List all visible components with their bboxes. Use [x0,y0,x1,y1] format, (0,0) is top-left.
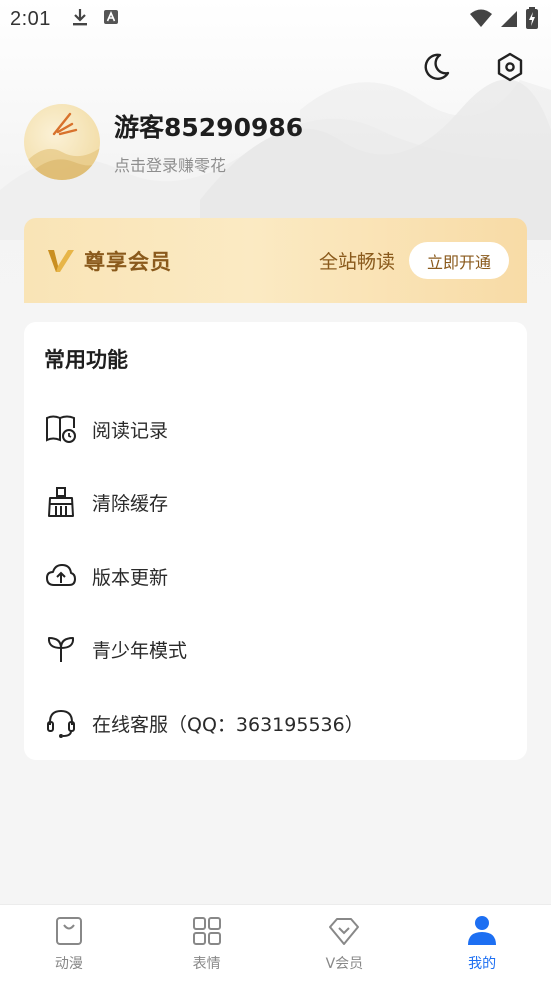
vip-slogan: 全站畅读 [318,251,395,273]
status-bar: 2:01 [0,0,551,38]
download-icon [71,7,89,32]
nav-vip-label: V会员 [325,956,364,972]
common-functions-card: 常用功能 阅读记录 清除缓存 版本更新 青少年模式 在线客服（QQ：363195… [24,322,527,760]
reading-history-item[interactable]: 阅读记录 [24,399,527,459]
gear-hex-icon [494,51,526,87]
battery-icon [525,7,539,34]
teen-mode-label: 青少年模式 [92,639,188,662]
nav-emoji[interactable]: 表情 [138,905,276,981]
nav-anime-label: 动漫 [54,956,83,972]
version-update-label: 版本更新 [92,566,169,589]
sprout-icon [44,632,78,666]
nav-vip[interactable]: V会员 [276,905,414,981]
clear-cache-label: 清除缓存 [92,492,169,515]
teen-mode-item[interactable]: 青少年模式 [24,619,527,679]
avatar-illustration [24,112,100,180]
avatar[interactable] [24,104,100,180]
nav-mine[interactable]: 我的 [413,905,551,981]
night-mode-button[interactable] [419,52,453,86]
status-time: 2:01 [10,7,51,30]
bag-icon [53,915,85,947]
functions-title: 常用功能 [44,348,128,372]
settings-button[interactable] [493,52,527,86]
cloud-upload-icon [44,559,78,593]
vip-v-icon [46,246,76,276]
broom-icon [44,485,78,519]
customer-service-label: 在线客服（QQ：363195536） [92,713,364,736]
book-history-icon [44,412,78,446]
diamond-heart-icon [328,915,360,947]
signal-icon [499,8,519,33]
nav-emoji-label: 表情 [192,956,221,972]
vip-banner[interactable]: 尊享会员 全站畅读 立即开通 [24,218,527,303]
version-update-item[interactable]: 版本更新 [24,546,527,606]
reading-history-label: 阅读记录 [92,419,169,442]
headset-icon [44,706,78,740]
wifi-icon [469,8,493,33]
person-icon [466,915,498,947]
grid-icon [191,915,223,947]
nav-mine-label: 我的 [468,956,497,972]
vip-title: 尊享会员 [84,248,172,274]
username: 游客85290986 [114,113,304,142]
font-a-icon [103,9,119,30]
clear-cache-item[interactable]: 清除缓存 [24,472,527,532]
login-hint[interactable]: 点击登录赚零花 [114,152,303,176]
profile-section[interactable]: 游客85290986 点击登录赚零花 [24,104,303,180]
vip-open-button[interactable]: 立即开通 [408,242,509,279]
bottom-nav: 动漫 表情 V会员 我的 [0,904,551,981]
moon-icon [420,51,452,87]
nav-anime[interactable]: 动漫 [0,905,138,981]
customer-service-item[interactable]: 在线客服（QQ：363195536） [24,693,527,753]
